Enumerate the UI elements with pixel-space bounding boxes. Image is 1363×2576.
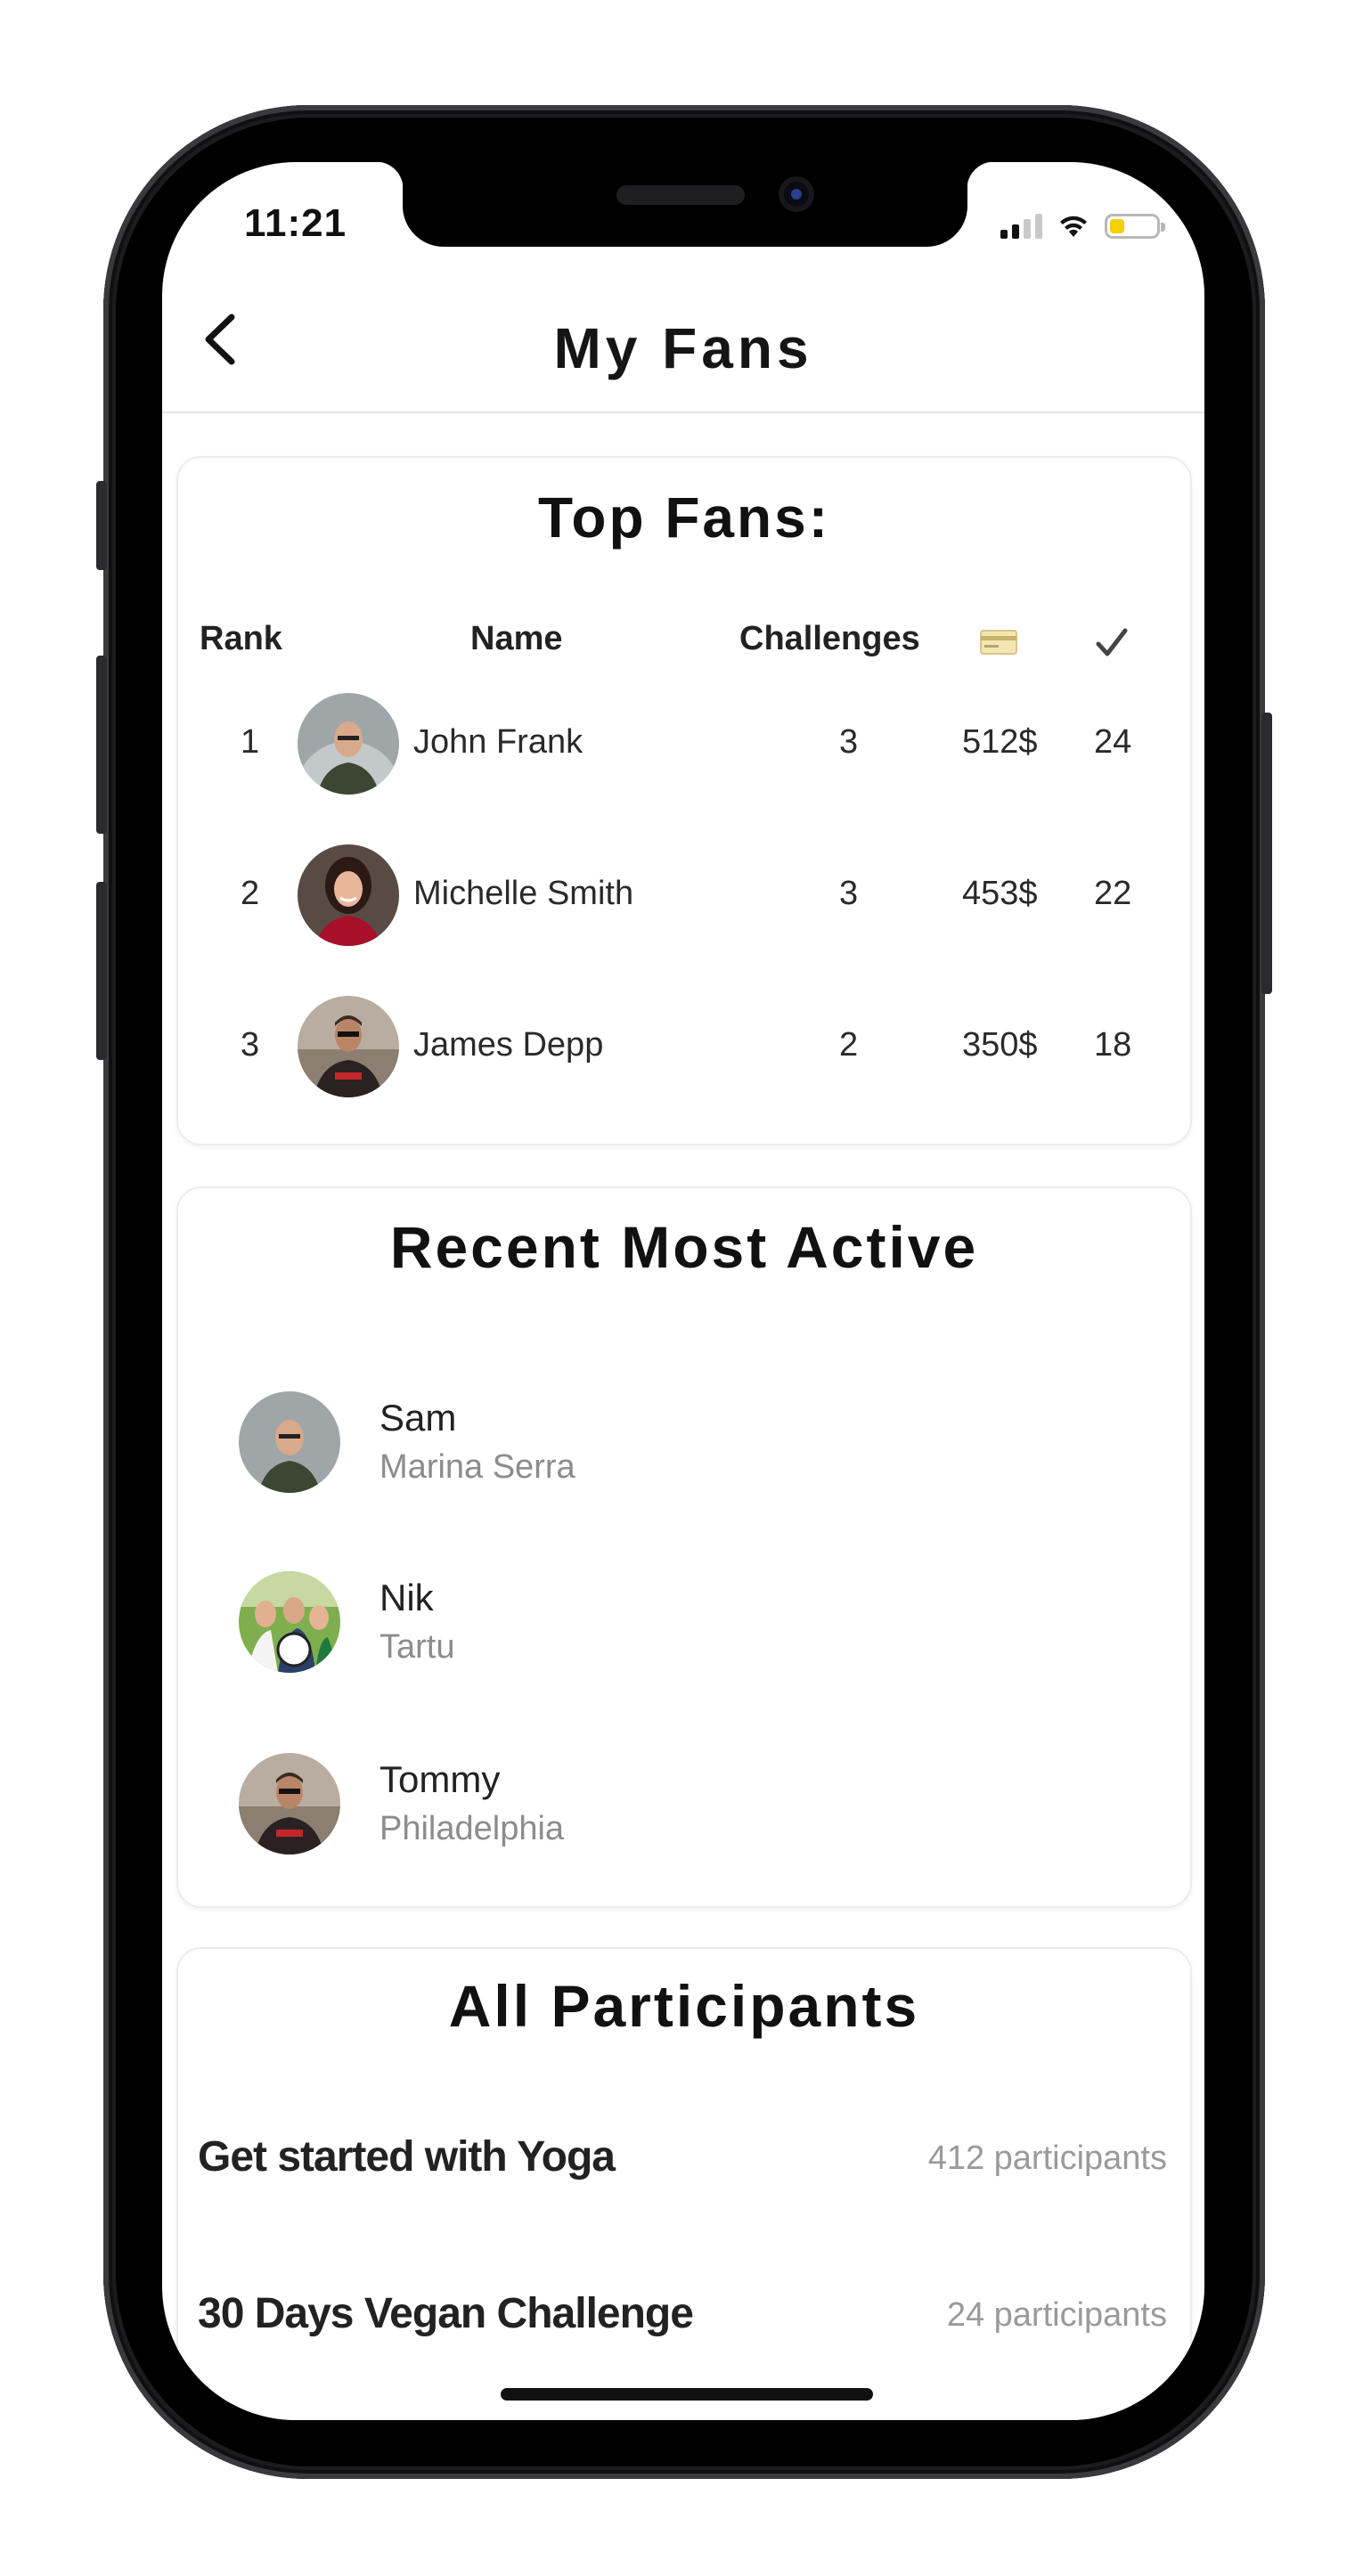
credit-card-icon: [980, 630, 1017, 655]
speaker: [616, 185, 745, 205]
active-user-name: Tommy: [380, 1758, 501, 1800]
page-title: My Fans: [553, 316, 813, 380]
challenge-row[interactable]: Get started with Yoga 412 participants: [178, 2115, 1190, 2195]
fan-amount: 453$: [962, 875, 1038, 912]
fan-challenges: 3: [839, 723, 859, 761]
avatar: [239, 1391, 340, 1493]
challenge-name: Get started with Yoga: [198, 2133, 616, 2181]
checkmark-icon: [1096, 628, 1128, 656]
cellular-signal-icon: [1000, 212, 1042, 239]
active-user-location: Tartu: [380, 1628, 455, 1666]
fan-checks: 18: [1094, 1026, 1132, 1064]
fan-name: James Depp: [413, 1026, 604, 1064]
avatar: [239, 1571, 340, 1673]
active-user-location: Philadelphia: [380, 1810, 565, 1847]
fan-rank: 3: [241, 1026, 260, 1064]
avatar: [239, 1753, 340, 1855]
fan-amount: 512$: [962, 723, 1038, 761]
recent-active-title: Recent Most Active: [389, 1214, 979, 1280]
all-participants-title: All Participants: [448, 1973, 920, 2039]
challenges-header: Challenges: [739, 620, 920, 657]
top-fans-title: Top Fans:: [538, 485, 830, 550]
list-item[interactable]: Tommy Philadelphia: [178, 1746, 1190, 1862]
challenge-name: 30 Days Vegan Challenge: [198, 2290, 694, 2337]
wifi-icon: [1060, 216, 1087, 237]
fan-amount: 350$: [962, 1026, 1038, 1064]
silent-switch: [96, 481, 107, 570]
volume-up-button: [96, 656, 107, 834]
active-user-name: Sam: [380, 1397, 457, 1439]
fan-row[interactable]: 1 John Frank 3 512$ 24: [178, 691, 1190, 798]
volume-down-button: [96, 882, 107, 1060]
fan-checks: 24: [1094, 723, 1132, 761]
home-indicator[interactable]: [501, 2388, 873, 2401]
name-header: Name: [470, 620, 563, 657]
fan-rank: 2: [241, 875, 260, 912]
active-user-location: Marina Serra: [380, 1448, 575, 1486]
avatar: [298, 693, 399, 795]
top-fans-card: Top Fans: Rank Name Challenges 1 John Fr…: [176, 456, 1192, 1145]
recent-active-card: Recent Most Active Sam Marina Serra Nik …: [176, 1186, 1192, 1908]
active-user-name: Nik: [380, 1577, 434, 1618]
fan-challenges: 2: [839, 1026, 859, 1064]
fan-row[interactable]: 2 Michelle Smith 3 453$ 22: [178, 843, 1190, 950]
fan-rank: 1: [241, 723, 260, 761]
fan-name: John Frank: [413, 723, 584, 761]
rank-header: Rank: [200, 620, 282, 657]
participant-count: 24 participants: [946, 2296, 1167, 2334]
navigation-bar: My Fans: [162, 269, 1204, 413]
status-icons: [1000, 208, 1165, 239]
list-item[interactable]: Nik Tartu: [178, 1564, 1190, 1680]
avatar: [298, 996, 399, 1097]
front-camera: [779, 176, 814, 212]
fan-challenges: 3: [839, 875, 859, 912]
list-item[interactable]: Sam Marina Serra: [178, 1384, 1190, 1500]
participant-count: 412 participants: [927, 2140, 1167, 2177]
power-button: [1261, 713, 1272, 994]
avatar: [298, 844, 399, 946]
fan-checks: 22: [1094, 875, 1132, 912]
app-screen: 11:21 My Fans Top Fans: Rank Name Challe…: [162, 162, 1204, 2420]
status-time: 11:21: [244, 201, 347, 245]
fan-row[interactable]: 3 James Depp 2 350$ 18: [178, 994, 1190, 1101]
all-participants-card: All Participants Get started with Yoga 4…: [176, 1947, 1192, 2420]
battery-icon: [1105, 214, 1165, 239]
notch: [376, 162, 994, 247]
fan-name: Michelle Smith: [413, 875, 634, 912]
challenge-row[interactable]: 30 Days Vegan Challenge 24 participants: [178, 2271, 1190, 2352]
